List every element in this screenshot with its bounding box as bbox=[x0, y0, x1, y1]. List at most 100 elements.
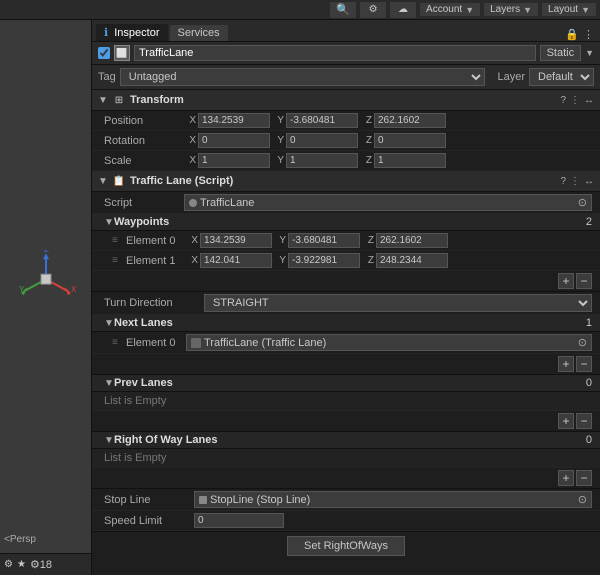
object-header: ⬜ Static ▼ bbox=[92, 42, 600, 65]
tab-services[interactable]: Services bbox=[170, 25, 228, 41]
waypoints-header[interactable]: ▼ Waypoints 2 bbox=[92, 214, 600, 231]
position-label: Position bbox=[104, 115, 184, 127]
scale-row: Scale X Y Z bbox=[92, 151, 600, 171]
search-button[interactable]: 🔍 bbox=[330, 2, 356, 18]
svg-text:Z: Z bbox=[44, 249, 49, 254]
e0-y-input[interactable] bbox=[288, 233, 360, 248]
waypoints-add-btn[interactable]: + bbox=[558, 273, 574, 289]
waypoints-label: Waypoints bbox=[114, 216, 586, 228]
scale-y-axis: Y bbox=[272, 155, 284, 166]
pos-x-input[interactable] bbox=[198, 113, 270, 128]
script-label: Script bbox=[104, 197, 184, 209]
set-rightofways-button[interactable]: Set RightOfWays bbox=[287, 536, 405, 556]
inspector-content[interactable]: ⬜ Static ▼ Tag Untagged Layer Default bbox=[92, 42, 600, 575]
right-of-way-header[interactable]: ▼ Right Of Way Lanes 0 bbox=[92, 432, 600, 449]
waypoints-remove-btn[interactable]: − bbox=[576, 273, 592, 289]
turn-direction-label: Turn Direction bbox=[104, 297, 204, 309]
pos-y-axis: Y bbox=[272, 115, 284, 126]
scene-view[interactable]: Z X Y <Persp bbox=[0, 20, 91, 553]
next-lanes-expand: ▼ bbox=[104, 318, 114, 329]
traffic-lane-extra-btn[interactable]: ↔ bbox=[584, 176, 594, 187]
scene-star-btn[interactable]: ★ bbox=[17, 559, 26, 570]
lock-btn[interactable]: 🔒 bbox=[565, 28, 579, 41]
e1-x-input[interactable] bbox=[200, 253, 272, 268]
scale-values: X Y Z bbox=[184, 153, 592, 168]
tag-layer-row: Tag Untagged Layer Default bbox=[92, 65, 600, 90]
account-label: Account bbox=[426, 4, 462, 15]
speed-limit-input[interactable] bbox=[194, 513, 284, 528]
script-name: TrafficLane bbox=[200, 197, 254, 209]
rotation-values: X Y Z bbox=[184, 133, 592, 148]
traffic-lane-settings-btn[interactable]: ⋮ bbox=[570, 176, 580, 187]
script-pick-btn[interactable]: ⊙ bbox=[578, 196, 587, 209]
speed-limit-row: Speed Limit bbox=[92, 511, 600, 531]
right-of-way-empty: List is Empty bbox=[92, 449, 600, 468]
transform-header[interactable]: ▼ ⊞ Transform ? ⋮ ↔ bbox=[92, 90, 600, 111]
traffic-lane-header[interactable]: ▼ 📋 Traffic Lane (Script) ? ⋮ ↔ bbox=[92, 171, 600, 192]
stop-line-dot bbox=[199, 496, 207, 504]
layer-dropdown[interactable]: Default bbox=[529, 68, 594, 86]
set-btn-label: Set RightOfWays bbox=[304, 540, 388, 552]
layout-label: Layout bbox=[548, 4, 578, 15]
transform-help-btn[interactable]: ? bbox=[560, 95, 566, 106]
scene-settings-btn[interactable]: ⚙ bbox=[4, 559, 13, 570]
transform-extra-btn[interactable]: ↔ bbox=[584, 95, 594, 106]
scene-gizmo: Z X Y bbox=[16, 249, 76, 312]
e0-z-input[interactable] bbox=[376, 233, 448, 248]
row-remove-btn[interactable]: − bbox=[576, 470, 592, 486]
row-empty-text: List is Empty bbox=[104, 452, 166, 464]
transform-settings-btn[interactable]: ⋮ bbox=[570, 95, 580, 106]
rotation-label: Rotation bbox=[104, 135, 184, 147]
services-tab-label: Services bbox=[178, 27, 220, 39]
object-name-input[interactable] bbox=[134, 45, 536, 61]
prev-lanes-remove-btn[interactable]: − bbox=[576, 413, 592, 429]
layers-button[interactable]: Layers ▼ bbox=[484, 3, 538, 16]
nl-e0-label: Element 0 bbox=[126, 337, 186, 349]
layers-count: ⚙18 bbox=[30, 558, 52, 571]
rot-y-input[interactable] bbox=[286, 133, 358, 148]
element1-values: X Y Z bbox=[186, 253, 592, 268]
account-button[interactable]: Account ▼ bbox=[420, 3, 480, 16]
layout-button[interactable]: Layout ▼ bbox=[542, 3, 596, 16]
e1-z-input[interactable] bbox=[376, 253, 448, 268]
element0-label: Element 0 bbox=[126, 235, 186, 247]
rot-x-input[interactable] bbox=[198, 133, 270, 148]
nl-e0-name: TrafficLane (Traffic Lane) bbox=[204, 337, 326, 349]
scale-label: Scale bbox=[104, 155, 184, 167]
nl-e0-pick-btn[interactable]: ⊙ bbox=[578, 336, 587, 349]
e0-x-input[interactable] bbox=[200, 233, 272, 248]
object-active-checkbox[interactable] bbox=[98, 47, 110, 59]
prev-lanes-add-btn[interactable]: + bbox=[558, 413, 574, 429]
turn-direction-dropdown[interactable]: STRAIGHT LEFT RIGHT bbox=[204, 294, 592, 312]
stop-line-pick-btn[interactable]: ⊙ bbox=[578, 493, 587, 506]
prev-lanes-header[interactable]: ▼ Prev Lanes 0 bbox=[92, 375, 600, 392]
pos-y-input[interactable] bbox=[286, 113, 358, 128]
next-lanes-add-btn[interactable]: + bbox=[558, 356, 574, 372]
more-btn[interactable]: ⋮ bbox=[583, 28, 594, 41]
static-button[interactable]: Static bbox=[540, 45, 582, 61]
row-add-btn[interactable]: + bbox=[558, 470, 574, 486]
scale-z-input[interactable] bbox=[374, 153, 446, 168]
script-dot bbox=[189, 199, 197, 207]
e1-y-input[interactable] bbox=[288, 253, 360, 268]
rot-z-input[interactable] bbox=[374, 133, 446, 148]
next-lanes-remove-btn[interactable]: − bbox=[576, 356, 592, 372]
next-lanes-header[interactable]: ▼ Next Lanes 1 bbox=[92, 315, 600, 332]
prev-lanes-label: Prev Lanes bbox=[114, 377, 586, 389]
waypoints-plus-minus: + − bbox=[92, 271, 600, 292]
traffic-lane-help-btn[interactable]: ? bbox=[560, 176, 566, 187]
scale-x-input[interactable] bbox=[198, 153, 270, 168]
svg-text:Y: Y bbox=[19, 285, 25, 294]
settings-button[interactable]: ⚙ bbox=[360, 2, 386, 18]
stop-line-ref: StopLine (Stop Line) ⊙ bbox=[194, 491, 592, 508]
position-row: Position X Y Z bbox=[92, 111, 600, 131]
pos-z-input[interactable] bbox=[374, 113, 446, 128]
tab-inspector[interactable]: ℹ Inspector bbox=[96, 24, 168, 41]
static-dropdown-arrow: ▼ bbox=[585, 48, 594, 58]
nl-e0-icon bbox=[191, 338, 201, 348]
tag-dropdown[interactable]: Untagged bbox=[120, 68, 486, 86]
cloud-icon: ☁ bbox=[396, 3, 410, 17]
speed-limit-label: Speed Limit bbox=[104, 515, 194, 527]
scale-y-input[interactable] bbox=[286, 153, 358, 168]
cloud-button[interactable]: ☁ bbox=[390, 2, 416, 18]
